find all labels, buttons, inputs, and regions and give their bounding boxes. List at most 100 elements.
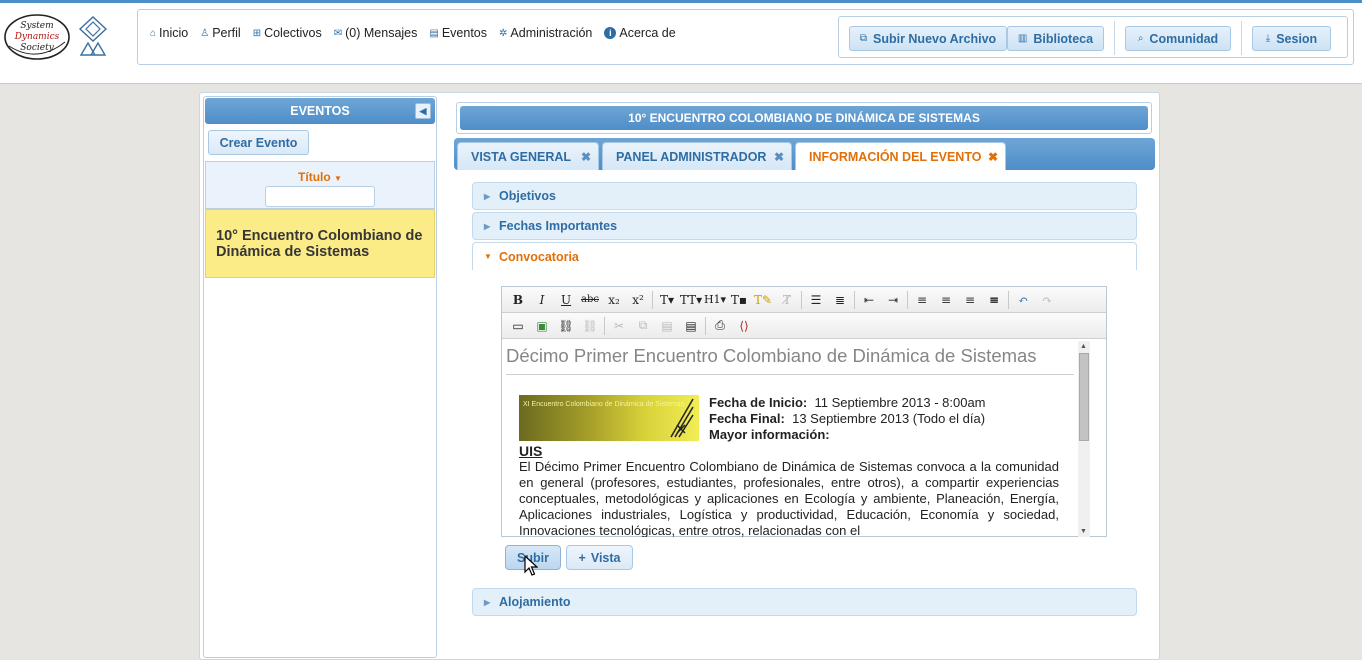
italic-icon[interactable]: I [530,290,554,310]
superscript-icon[interactable]: x² [626,290,650,310]
collapse-sidebar-button[interactable]: ◀ [415,103,431,119]
horizontal-rule-icon[interactable]: ▭ [506,316,530,336]
svg-text:System: System [20,21,53,31]
nav-perfil[interactable]: ♙ Perfil [200,26,240,40]
tab-label: INFORMACIÓN DEL EVENTO [809,149,982,164]
event-dates: Fecha de Inicio: 11 Septiembre 2013 - 8:… [709,395,986,443]
indent-icon[interactable]: ⇥ [881,290,905,310]
nav-mensajes[interactable]: ✉ (0) Mensajes [334,26,418,40]
font-size-icon[interactable]: TT▾ [679,290,703,310]
download-icon: ⤓ [1265,33,1271,44]
events-sidebar: EVENTOS ◀ Crear Evento Título ▼ 10° Encu… [203,96,437,658]
call-paragraph: El Décimo Primer Encuentro Colombiano de… [519,459,1059,537]
align-left-icon[interactable]: ≡ [910,290,934,310]
sidebar-title: EVENTOS [290,104,350,118]
event-banner-image: XI Encuentro Colombiano de Dinámica de S… [519,395,699,441]
close-icon[interactable]: ✖ [581,150,591,164]
underline-icon[interactable]: U [554,290,578,310]
redo-icon[interactable]: ↷ [1035,290,1059,310]
section-objetivos[interactable]: ▶ Objetivos [472,182,1137,210]
scroll-down-icon[interactable]: ▼ [1080,528,1087,535]
image-icon[interactable]: ▣ [530,316,554,336]
title-column-header[interactable]: Título ▼ [206,170,434,184]
library-button[interactable]: ▥ Biblioteca [1007,26,1104,51]
link-icon[interactable]: ⛓ [554,316,578,336]
close-icon[interactable]: ✖ [774,150,784,164]
numbered-list-icon[interactable]: ≣ [828,290,852,310]
system-dynamics-society-logo[interactable]: System Dynamics Society [3,12,71,62]
upload-file-button[interactable]: ⧉ Subir Nuevo Archivo [849,26,1007,51]
nav-inicio[interactable]: ⌂ Inicio [150,26,188,40]
heading-icon[interactable]: H1▾ [703,290,727,310]
outdent-icon[interactable]: ⇤ [857,290,881,310]
top-header: System Dynamics Society ⌂ Inicio ♙ Perfil … [0,0,1362,84]
scroll-up-icon[interactable]: ▲ [1080,343,1087,350]
editor-scrollbar[interactable]: ▲ ▼ [1078,341,1090,537]
align-center-icon[interactable]: ≡ [934,290,958,310]
editor-content[interactable]: Décimo Primer Encuentro Colombiano de Di… [502,341,1092,537]
divider [801,290,802,309]
nav-colectivos[interactable]: ⊞ Colectivos [253,26,322,40]
rich-text-editor: B I U abc x₂ x² T▾ TT▾ H1▾ T▪ T✎ T̸ ☰ ≣ … [501,286,1107,537]
scrollbar-thumb[interactable] [1079,353,1089,441]
community-button[interactable]: ⌕ Comunidad [1125,26,1231,51]
nav-label: (0) Mensajes [345,26,418,40]
subscript-icon[interactable]: x₂ [602,290,626,310]
section-label: Objetivos [499,189,556,203]
caret-right-icon: ▶ [484,192,491,201]
main-content: EVENTOS ◀ Crear Evento Título ▼ 10° Encu… [199,92,1160,660]
strikethrough-icon[interactable]: abc [578,290,602,310]
mail-icon: ✉ [333,27,343,39]
caret-down-icon: ▼ [484,252,492,261]
event-title: 10° ENCUENTRO COLOMBIANO DE DINÁMICA DE … [460,106,1148,130]
tab-vista-general[interactable]: VISTA GENERAL ✖ [457,142,599,170]
bold-icon[interactable]: B [506,290,530,310]
section-convocatoria[interactable]: ▼ Convocatoria [472,242,1137,270]
sidebar-header: EVENTOS ◀ [205,98,435,124]
tab-panel-administrador[interactable]: PANEL ADMINISTRADOR ✖ [602,142,792,170]
clear-format-icon[interactable]: T̸ [775,290,799,310]
section-alojamiento[interactable]: ▶ Alojamiento [472,588,1137,616]
plus-icon: + [578,550,586,565]
end-date-value: 13 Septiembre 2013 (Todo el día) [792,411,986,426]
tab-informacion-del-evento[interactable]: INFORMACIÓN DEL EVENTO ✖ [795,142,1006,170]
nav-acerca-de[interactable]: i Acerca de [604,26,676,40]
upload-file-label: Subir Nuevo Archivo [872,31,997,46]
session-button[interactable]: ⤓ Sesion [1252,26,1331,51]
print-icon[interactable]: ⎙ [708,316,732,336]
text-color-icon[interactable]: T▪ [727,290,751,310]
svg-text:Dynamics: Dynamics [14,32,60,42]
nav-eventos[interactable]: ▤ Eventos [429,26,487,40]
highlight-icon[interactable]: T✎ [751,290,775,310]
cut-icon[interactable]: ✂ [607,316,631,336]
close-icon[interactable]: ✖ [988,150,998,164]
bullet-list-icon[interactable]: ☰ [804,290,828,310]
divider [907,290,908,309]
font-family-icon[interactable]: T▾ [655,290,679,310]
info-icon: i [604,27,617,39]
paste-text-icon[interactable]: ▤ [679,316,703,336]
unlink-icon[interactable]: ⛓ [578,316,602,336]
svg-text:Society: Society [20,43,54,53]
nav-administracion[interactable]: ✲ Administración [499,26,592,40]
justify-icon[interactable]: ≡ [982,290,1006,310]
align-right-icon[interactable]: ≡ [958,290,982,310]
source-code-icon[interactable]: ⟨⟩ [732,316,756,336]
create-event-button[interactable]: Crear Evento [208,130,309,155]
divider [652,290,653,309]
preview-label: Vista [590,550,621,565]
section-fechas-importantes[interactable]: ▶ Fechas Importantes [472,212,1137,240]
gear-icon: ✲ [499,27,508,39]
event-list-item[interactable]: 10° Encuentro Colombiano de Dinámica de … [205,209,435,278]
divider [854,290,855,309]
section-label: Alojamiento [499,595,571,609]
nav-label: Acerca de [619,26,676,40]
preview-button[interactable]: + Vista [566,545,633,570]
title-filter-input[interactable] [265,186,375,207]
undo-icon[interactable]: ↶ [1011,290,1035,310]
copy-icon[interactable]: ⧉ [631,316,655,336]
section-label: Fechas Importantes [499,219,618,233]
paste-icon[interactable]: ▤ [655,316,679,336]
home-icon: ⌂ [150,27,157,39]
nav-label: Colectivos [264,26,322,40]
